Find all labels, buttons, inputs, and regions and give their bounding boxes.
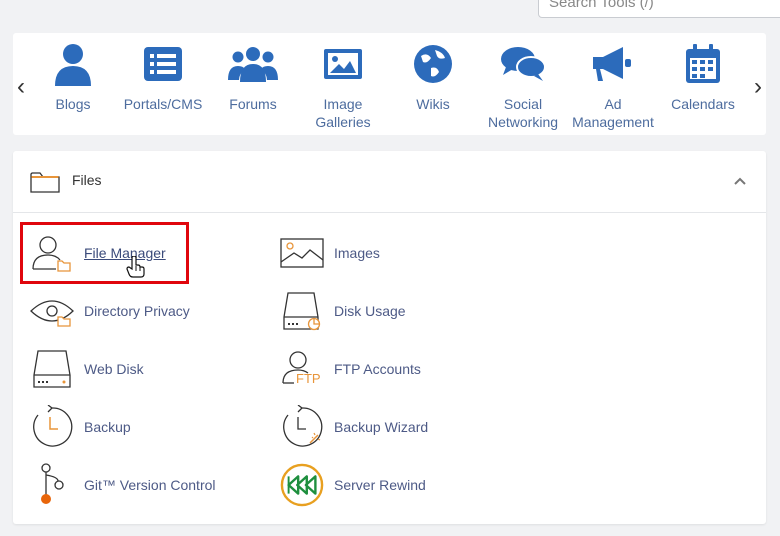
tool-web-disk[interactable]: Web Disk [30, 346, 144, 392]
app-label: Social Networking [487, 96, 559, 130]
tool-label: Server Rewind [334, 477, 426, 493]
app-blogs[interactable]: Blogs [28, 33, 118, 113]
app-label: Forums [229, 96, 277, 112]
carousel-prev-arrow[interactable]: ‹ [13, 73, 29, 101]
app-label: Portals/CMS [123, 96, 203, 112]
image-icon [298, 41, 388, 87]
backup-icon [30, 404, 74, 450]
ftp-badge: FTP [296, 371, 321, 386]
web-disk-icon [30, 346, 74, 392]
globe-icon [388, 41, 478, 87]
megaphone-icon [568, 41, 658, 87]
tool-label: Images [334, 245, 380, 261]
highlight-box [20, 222, 189, 284]
tool-ftp-accounts[interactable]: FTP FTP Accounts [280, 346, 421, 392]
hand-pointer-icon [126, 255, 146, 283]
app-calendars[interactable]: Calendars [658, 33, 748, 113]
list-icon [118, 41, 208, 87]
backup-wizard-icon [280, 404, 324, 450]
tool-git-version-control[interactable]: Git™ Version Control [30, 462, 216, 508]
app-portals-cms[interactable]: Portals/CMS [118, 33, 208, 113]
tool-server-rewind[interactable]: Server Rewind [280, 462, 426, 508]
user-icon [28, 41, 118, 87]
app-social-networking[interactable]: Social Networking [478, 33, 568, 131]
app-label: Calendars [671, 96, 735, 112]
app-label: Wikis [416, 96, 450, 112]
app-label: Blogs [55, 96, 91, 112]
search-tools-input[interactable]: Search Tools (/) [538, 0, 780, 18]
app-label: Ad Management [572, 96, 654, 130]
tool-label: Git™ Version Control [84, 477, 216, 493]
tool-backup-wizard[interactable]: Backup Wizard [280, 404, 428, 450]
server-rewind-icon [280, 462, 324, 508]
app-wikis[interactable]: Wikis [388, 33, 478, 113]
images-icon [280, 230, 324, 276]
tool-label: Web Disk [84, 361, 144, 377]
tool-label: Disk Usage [334, 303, 406, 319]
tool-label: FTP Accounts [334, 361, 421, 377]
tool-disk-usage[interactable]: Disk Usage [280, 288, 406, 334]
app-image-galleries[interactable]: Image Galleries [298, 33, 388, 131]
app-forums[interactable]: Forums [208, 33, 298, 113]
chat-bubbles-icon [478, 41, 568, 87]
app-label: Image Galleries [315, 96, 371, 130]
app-ad-management[interactable]: Ad Management [568, 33, 658, 131]
carousel-next-arrow[interactable]: › [750, 73, 766, 101]
tool-label: Backup Wizard [334, 419, 429, 435]
tool-directory-privacy[interactable]: Directory Privacy [30, 288, 190, 334]
chevron-up-icon[interactable] [733, 173, 747, 189]
git-icon [30, 462, 74, 508]
tool-label: Backup [84, 419, 131, 435]
users-icon [208, 41, 298, 87]
tool-label: Directory Privacy [84, 303, 190, 319]
ftp-accounts-icon: FTP [280, 346, 324, 392]
search-placeholder: Search Tools (/) [549, 0, 654, 11]
calendar-icon [658, 41, 748, 87]
files-section-title: Files [72, 172, 102, 188]
applications-carousel: ‹ › Blogs Portals/CMS Forums Image Galle… [13, 33, 766, 135]
files-section-header[interactable]: Files [13, 151, 766, 213]
tool-images[interactable]: Images [280, 230, 380, 276]
tool-backup[interactable]: Backup [30, 404, 131, 450]
folder-icon [30, 171, 60, 198]
disk-usage-icon [280, 288, 324, 334]
directory-privacy-icon [30, 288, 74, 334]
